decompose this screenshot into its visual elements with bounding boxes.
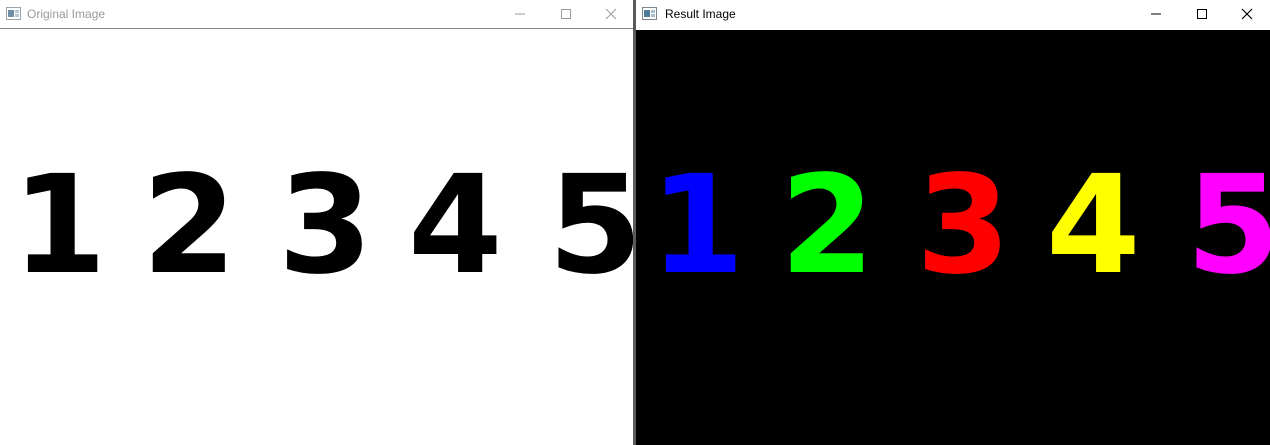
minimize-button[interactable] <box>1133 0 1179 29</box>
digit-5: 5 <box>1186 147 1270 305</box>
maximize-button[interactable] <box>543 0 589 29</box>
original-image-canvas: 1 2 3 4 5 <box>0 30 633 445</box>
digit-2: 2 <box>142 147 237 305</box>
window-title: Original Image <box>27 7 106 21</box>
close-icon <box>605 8 617 20</box>
app-icon <box>642 7 657 20</box>
result-titlebar[interactable]: Result Image <box>636 0 1270 30</box>
digit-1: 1 <box>650 147 745 305</box>
digit-2: 2 <box>780 147 875 305</box>
minimize-icon <box>515 13 525 15</box>
close-button[interactable] <box>1224 0 1270 29</box>
digit-5: 5 <box>548 147 633 305</box>
original-titlebar[interactable]: Original Image <box>0 0 633 29</box>
original-image-window: Original Image 1 2 3 4 5 <box>0 0 633 445</box>
close-button[interactable] <box>588 0 633 29</box>
window-title: Result Image <box>665 7 736 21</box>
digit-4: 4 <box>1046 147 1141 305</box>
digit-4: 4 <box>408 147 503 305</box>
digit-3: 3 <box>278 147 373 305</box>
app-icon <box>6 7 21 20</box>
minimize-icon <box>1151 13 1161 15</box>
result-image-canvas: 1 2 3 4 5 <box>636 30 1270 445</box>
close-icon <box>1241 8 1253 20</box>
digit-3: 3 <box>916 147 1011 305</box>
minimize-button[interactable] <box>497 0 543 29</box>
digit-1: 1 <box>12 147 107 305</box>
maximize-icon <box>1197 9 1207 19</box>
maximize-icon <box>561 9 571 19</box>
maximize-button[interactable] <box>1179 0 1225 29</box>
result-image-window: Result Image 1 2 3 4 5 <box>636 0 1270 445</box>
